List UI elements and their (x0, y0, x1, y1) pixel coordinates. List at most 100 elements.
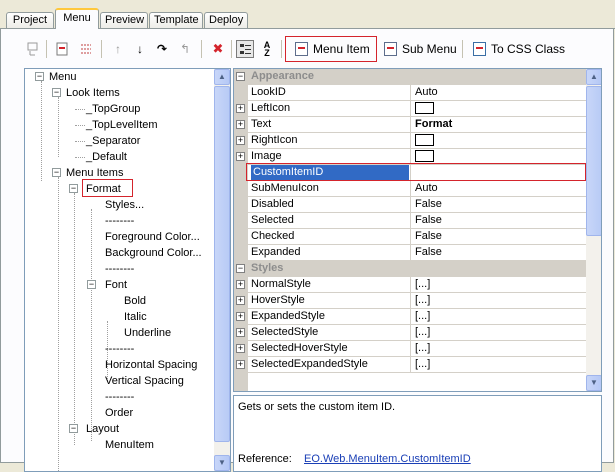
collapse-icon[interactable]: − (236, 72, 245, 81)
property-value[interactable]: [...] (410, 341, 586, 356)
tree-item-topgroup[interactable]: _TopGroup (86, 101, 140, 117)
tree-item-background-color[interactable]: Background Color... (105, 245, 202, 261)
scroll-up-button[interactable]: ▲ (214, 69, 230, 85)
tree-item-order[interactable]: Order (105, 405, 133, 421)
property-row-checked[interactable]: Checked False (234, 229, 586, 245)
property-value[interactable]: Format (410, 117, 586, 132)
move-down-button[interactable]: ↓ (131, 40, 149, 58)
to-css-class-button[interactable]: To CSS Class (467, 39, 571, 59)
scroll-thumb[interactable] (586, 86, 601, 236)
tree-item-styles[interactable]: Styles... (105, 197, 144, 213)
property-row-righticon[interactable]: + RightIcon (234, 133, 586, 149)
property-value[interactable]: [...] (410, 309, 586, 324)
categorized-view-button[interactable] (236, 40, 254, 58)
expand-icon[interactable]: + (236, 104, 245, 113)
collapse-icon[interactable]: − (69, 424, 78, 433)
collapse-icon[interactable]: − (52, 88, 61, 97)
tree-item-separator-line[interactable]: -------- (105, 213, 134, 229)
property-grid-scrollbar[interactable]: ▲ ▼ (586, 69, 601, 391)
scroll-thumb[interactable] (214, 86, 230, 442)
tab-menu[interactable]: Menu (55, 8, 99, 29)
property-value[interactable]: [...] (410, 277, 586, 292)
expand-icon[interactable]: + (236, 344, 245, 353)
category-appearance[interactable]: − Appearance (234, 69, 586, 85)
property-value[interactable]: False (410, 245, 586, 260)
property-grid[interactable]: − Appearance LookID Auto + LeftIcon + Te… (233, 68, 602, 392)
property-value[interactable]: Auto (410, 181, 586, 196)
collapse-icon[interactable]: − (69, 184, 78, 193)
new-separator-button[interactable] (77, 40, 95, 58)
property-value[interactable] (410, 133, 586, 148)
tree-item-separator-line[interactable]: -------- (105, 261, 134, 277)
property-value[interactable]: [...] (410, 325, 586, 340)
sort-alphabetical-button[interactable]: A Z (258, 40, 276, 58)
property-row-selectedstyle[interactable]: + SelectedStyle [...] (234, 325, 586, 341)
scroll-down-button[interactable]: ▼ (214, 455, 230, 471)
expand-icon[interactable]: + (236, 312, 245, 321)
tree-item-vertical-spacing[interactable]: Vertical Spacing (105, 373, 184, 389)
tree-item-toplevelitem[interactable]: _TopLevelItem (86, 117, 158, 133)
tree-item-foreground-color[interactable]: Foreground Color... (105, 229, 200, 245)
property-value[interactable]: Auto (410, 85, 586, 100)
collapse-icon[interactable]: − (35, 72, 44, 81)
property-row-selectedhoverstyle[interactable]: + SelectedHoverStyle [...] (234, 341, 586, 357)
property-row-customitemid[interactable]: CustomItemID (234, 165, 586, 181)
property-row-normalstyle[interactable]: + NormalStyle [...] (234, 277, 586, 293)
collapse-icon[interactable]: − (52, 168, 61, 177)
property-value[interactable]: False (410, 197, 586, 212)
tree-item-separator-line[interactable]: -------- (105, 389, 134, 405)
delete-button[interactable]: ✖ (209, 40, 227, 58)
property-row-lefticon[interactable]: + LeftIcon (234, 101, 586, 117)
menu-tree[interactable]: − Menu − Look Items _TopGroup _TopLevelI… (24, 68, 231, 472)
expand-icon[interactable]: + (236, 328, 245, 337)
tab-template[interactable]: Template (149, 12, 203, 29)
scroll-down-button[interactable]: ▼ (586, 375, 601, 391)
category-styles[interactable]: − Styles (234, 261, 586, 277)
expand-icon[interactable]: + (236, 120, 245, 129)
property-row-selectedexpandedstyle[interactable]: + SelectedExpandedStyle [...] (234, 357, 586, 373)
tree-item-default[interactable]: _Default (86, 149, 127, 165)
tab-project[interactable]: Project (6, 12, 54, 29)
property-value[interactable]: False (410, 229, 586, 244)
collapse-icon[interactable]: − (236, 264, 245, 273)
property-row-expandedstyle[interactable]: + ExpandedStyle [...] (234, 309, 586, 325)
property-row-disabled[interactable]: Disabled False (234, 197, 586, 213)
indent-button[interactable]: ↷ (153, 40, 171, 58)
tree-item-horizontal-spacing[interactable]: Horizontal Spacing (105, 357, 197, 373)
property-value[interactable]: False (410, 213, 586, 228)
property-row-expanded[interactable]: Expanded False (234, 245, 586, 261)
add-menu-item-button[interactable]: Menu Item (289, 39, 376, 59)
property-row-lookid[interactable]: LookID Auto (234, 85, 586, 101)
property-value[interactable] (410, 149, 586, 164)
tree-item-italic[interactable]: Italic (124, 309, 147, 325)
tree-item-separator[interactable]: _Separator (86, 133, 140, 149)
tree-item-underline[interactable]: Underline (124, 325, 171, 341)
tab-preview[interactable]: Preview (100, 12, 148, 29)
new-item-button[interactable] (53, 40, 71, 58)
tree-item-separator-line[interactable]: -------- (105, 341, 134, 357)
add-sub-menu-button[interactable]: Sub Menu (378, 39, 463, 59)
expand-icon[interactable]: + (236, 136, 245, 145)
property-row-image[interactable]: + Image (234, 149, 586, 165)
property-row-submenuicon[interactable]: SubMenuIcon Auto (234, 181, 586, 197)
expand-icon[interactable]: + (236, 152, 245, 161)
property-row-hoverstyle[interactable]: + HoverStyle [...] (234, 293, 586, 309)
expand-icon[interactable]: + (236, 296, 245, 305)
property-row-text[interactable]: + Text Format (234, 117, 586, 133)
reference-link[interactable]: EO.Web.MenuItem.CustomItemID (304, 453, 471, 465)
tab-deploy[interactable]: Deploy (204, 12, 248, 29)
tree-item-menuitem[interactable]: MenuItem (105, 437, 154, 453)
tree-scrollbar[interactable]: ▲ ▼ (214, 69, 230, 471)
expand-icon[interactable]: + (236, 360, 245, 369)
tree-item-bold[interactable]: Bold (124, 293, 146, 309)
move-out-button[interactable] (24, 40, 42, 58)
property-row-selected[interactable]: Selected False (234, 213, 586, 229)
scroll-up-button[interactable]: ▲ (586, 69, 601, 85)
move-up-button[interactable]: ↑ (109, 40, 127, 58)
property-value[interactable]: [...] (410, 357, 586, 372)
outdent-button[interactable]: ↰ (176, 40, 194, 58)
property-value[interactable] (410, 165, 586, 180)
property-value[interactable]: [...] (410, 293, 586, 308)
property-value[interactable] (410, 101, 586, 116)
collapse-icon[interactable]: − (87, 280, 96, 289)
